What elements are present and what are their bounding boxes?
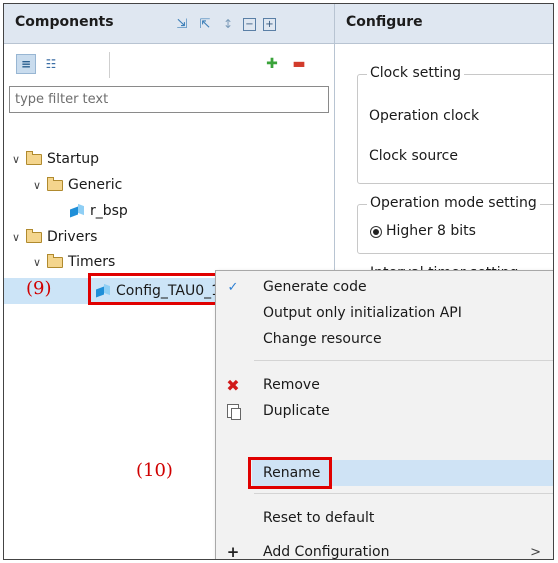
remove-icon: ✖ [226,375,240,395]
chevron-down-icon[interactable]: ∨ [9,231,23,244]
operation-clock-label: Operation clock [369,108,480,124]
check-icon: ✓ [227,279,239,295]
folder-open-icon [26,150,42,165]
menu-item-label: Generate code [263,279,367,295]
menu-item-label: Duplicate [263,403,330,419]
radio-higher-8-bits-label[interactable]: Higher 8 bits [386,223,476,239]
folder-open-icon [47,176,63,191]
components-subtoolbar: ≡ ☷ ✚ ▬ [14,52,332,82]
menu-item-generate-code[interactable]: ✓ Generate code [216,274,553,300]
tree-item-label: Drivers [47,229,98,245]
context-menu: ✓ Generate code Output only initializati… [215,270,553,560]
chevron-down-icon[interactable]: ∨ [9,153,23,166]
collapse-all-icon[interactable]: − [243,18,256,31]
view-category-icon[interactable]: ≡ [16,54,36,74]
sort-alpha-icon[interactable]: ↕ [220,16,236,32]
menu-separator [254,493,553,494]
tree-item-label: Startup [47,151,99,167]
tree-item-startup[interactable]: ∨ Startup [9,147,99,171]
remove-component-icon[interactable]: ▬ [289,54,309,74]
tree-item-generic[interactable]: ∨ Generic [30,173,122,197]
expand-all-icon[interactable]: + [263,18,276,31]
tree-item-timers[interactable]: ∨ Timers [30,250,115,274]
menu-item-label: Add Configuration [263,544,390,560]
annotation-step-9: (9) [26,278,52,299]
menu-item-add-configuration[interactable]: + Add Configuration > [216,539,553,560]
add-component-icon[interactable]: ✚ [262,54,282,74]
annotation-step-10: (10) [136,460,173,481]
menu-item-label: Remove [263,377,320,393]
filter-input[interactable] [9,86,329,113]
plus-icon: + [226,543,240,560]
import-icon[interactable]: ⇲ [174,16,190,32]
export-icon[interactable]: ⇱ [197,16,213,32]
view-hierarchy-icon[interactable]: ☷ [41,54,61,74]
components-toolbar: ⇲ ⇱ ↕ − + [174,16,276,32]
toolbar-separator [109,52,110,78]
operation-mode-title: Operation mode setting [367,195,540,211]
chevron-down-icon[interactable]: ∨ [30,179,44,192]
clock-setting-group [357,74,553,184]
duplicate-icon [224,402,242,420]
component-icon [70,204,84,218]
tree-item-r-bsp[interactable]: r_bsp [70,199,128,223]
folder-open-icon [26,228,42,243]
menu-item-label: Change resource [263,331,382,347]
tree-item-label: Timers [68,254,116,270]
menu-item-duplicate[interactable]: Duplicate [216,398,553,424]
components-title: Components [15,14,114,30]
app-window: Components ⇲ ⇱ ↕ − + ≡ ☷ ✚ ▬ ∨ Startup [3,3,554,560]
configure-title: Configure [346,14,423,30]
chevron-right-icon: > [530,544,541,560]
tree-item-drivers[interactable]: ∨ Drivers [9,225,97,249]
menu-item-remove[interactable]: ✖ Remove [216,372,553,398]
menu-item-output-init-api[interactable]: Output only initialization API [216,300,553,326]
clock-source-label: Clock source [369,148,458,164]
folder-open-icon [47,253,63,268]
clock-setting-title: Clock setting [367,65,465,81]
radio-higher-8-bits[interactable] [370,226,382,238]
tree-item-label: Generic [68,177,123,193]
menu-item-label: Reset to default [263,510,375,526]
configure-header: Configure [335,4,553,44]
menu-item-change-resource[interactable]: Change resource [216,326,553,352]
highlight-box-rename [248,457,332,489]
menu-item-reset-default[interactable]: Reset to default [216,505,553,531]
tree-item-label: r_bsp [90,203,128,219]
chevron-down-icon[interactable]: ∨ [30,256,44,269]
menu-separator [254,360,553,361]
menu-item-label: Output only initialization API [263,305,462,321]
components-header: Components ⇲ ⇱ ↕ − + [4,4,334,44]
